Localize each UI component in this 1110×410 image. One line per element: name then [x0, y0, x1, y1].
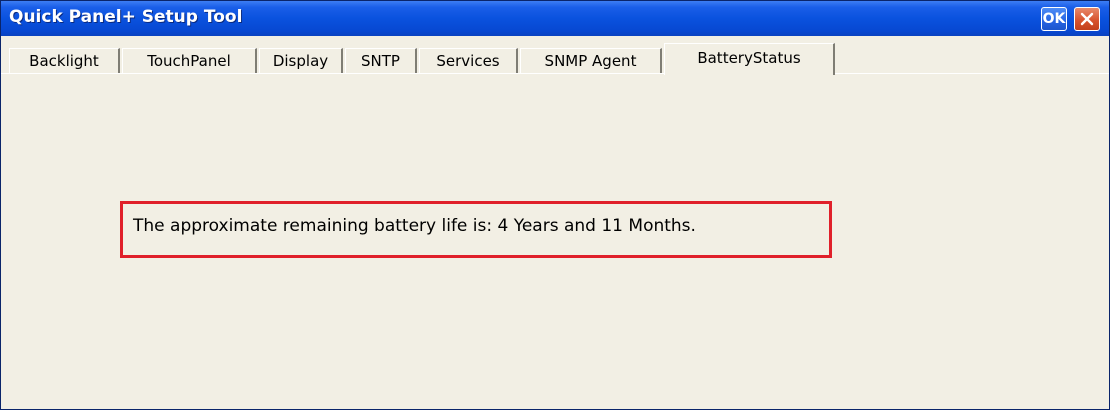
- battery-life-text: The approximate remaining battery life i…: [133, 216, 696, 236]
- tab-sntp[interactable]: SNTP: [345, 48, 417, 73]
- title-bar[interactable]: Quick Panel+ Setup Tool OK: [1, 1, 1109, 36]
- tab-touchpanel[interactable]: TouchPanel: [122, 48, 257, 73]
- tab-display[interactable]: Display: [259, 48, 343, 73]
- tab-batterystatus[interactable]: BatteryStatus: [664, 43, 835, 75]
- ok-button[interactable]: OK: [1041, 7, 1067, 31]
- tab-services[interactable]: Services: [419, 48, 518, 73]
- window-title: Quick Panel+ Setup Tool: [9, 7, 243, 27]
- tab-snmp-agent[interactable]: SNMP Agent: [520, 48, 662, 73]
- tab-backlight[interactable]: Backlight: [9, 48, 120, 73]
- close-icon: [1080, 12, 1094, 26]
- close-button[interactable]: [1074, 7, 1100, 31]
- setup-tool-window: Quick Panel+ Setup Tool OK Backlight Tou…: [0, 0, 1110, 410]
